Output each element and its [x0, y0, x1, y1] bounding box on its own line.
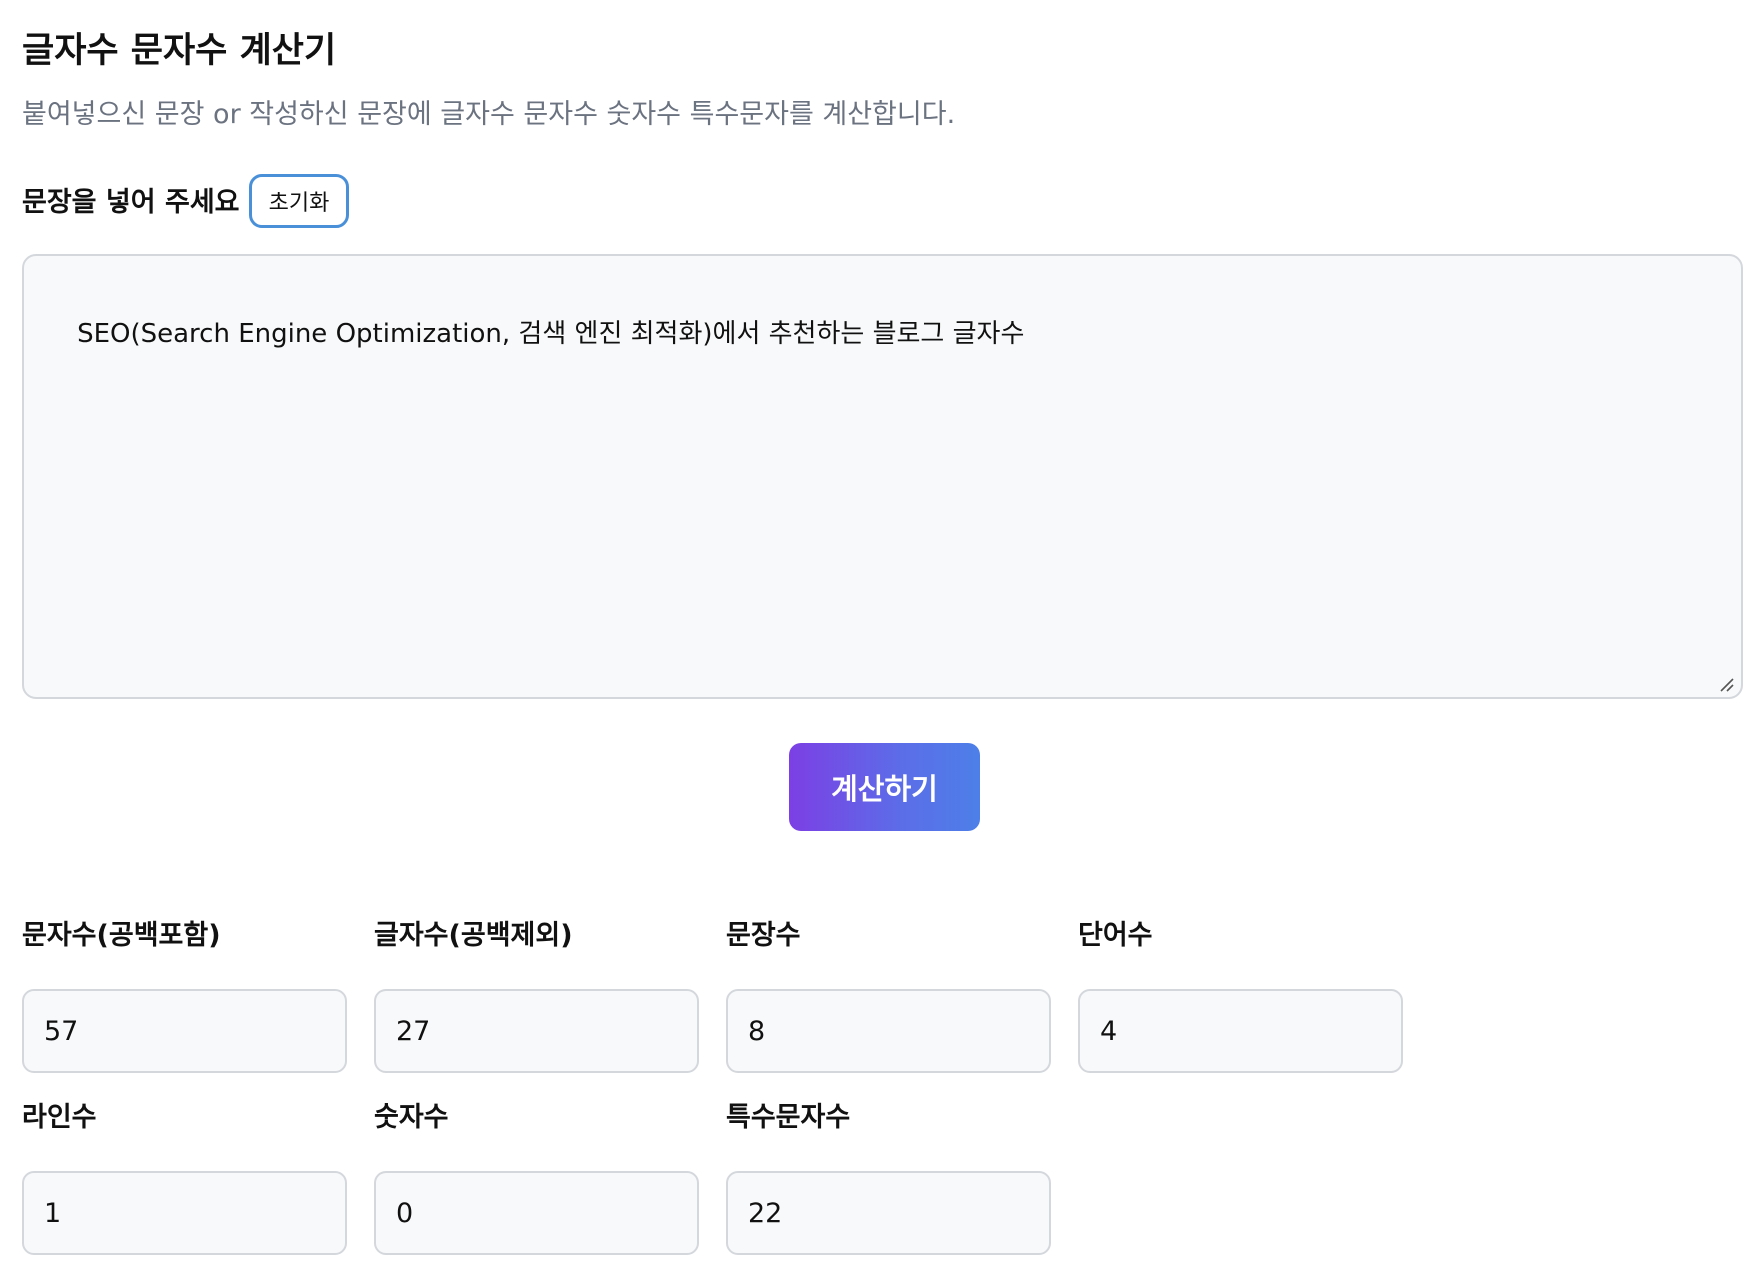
stat-label: 문자수(공백포함) — [22, 920, 221, 951]
stat-digit-count: 숫자수 0 — [374, 1100, 699, 1255]
stat-special-char-count: 특수문자수 22 — [726, 1100, 1051, 1255]
stat-label: 특수문자수 — [726, 1102, 851, 1133]
page-subtitle: 붙여넣으신 문장 or 작성하신 문장에 글자수 문자수 숫자수 특수문자를 계… — [22, 99, 956, 130]
calculate-button[interactable]: 계산하기 — [789, 743, 980, 831]
stat-value-field[interactable]: 1 — [22, 1171, 347, 1255]
stat-label: 단어수 — [1078, 920, 1153, 951]
stat-line-count: 라인수 1 — [22, 1100, 347, 1255]
stat-chars-without-spaces: 글자수(공백제외) 27 — [374, 918, 699, 1073]
stat-label: 숫자수 — [374, 1102, 449, 1133]
stat-sentence-count: 문장수 8 — [726, 918, 1051, 1073]
stat-value-field[interactable]: 27 — [374, 989, 699, 1073]
sentence-textarea[interactable]: SEO(Search Engine Optimization, 검색 엔진 최적… — [22, 254, 1743, 699]
stat-value-field[interactable]: 8 — [726, 989, 1051, 1073]
stat-value-field[interactable]: 4 — [1078, 989, 1403, 1073]
stat-word-count: 단어수 4 — [1078, 918, 1403, 1073]
stat-value-field[interactable]: 0 — [374, 1171, 699, 1255]
resize-handle-icon[interactable] — [1717, 675, 1735, 693]
stat-label: 라인수 — [22, 1102, 97, 1133]
sentence-text: SEO(Search Engine Optimization, 검색 엔진 최적… — [77, 319, 1025, 350]
stat-value-field[interactable]: 22 — [726, 1171, 1051, 1255]
character-counter-page: 글자수 문자수 계산기 붙여넣으신 문장 or 작성하신 문장에 글자수 문자수… — [0, 0, 1762, 1278]
input-label: 문장을 넣어 주세요 — [22, 187, 240, 218]
stat-value-field[interactable]: 57 — [22, 989, 347, 1073]
stat-chars-with-spaces: 문자수(공백포함) 57 — [22, 918, 347, 1073]
page-title: 글자수 문자수 계산기 — [22, 31, 337, 71]
stat-label: 문장수 — [726, 920, 801, 951]
stat-label: 글자수(공백제외) — [374, 920, 573, 951]
reset-button[interactable]: 초기화 — [249, 174, 349, 228]
